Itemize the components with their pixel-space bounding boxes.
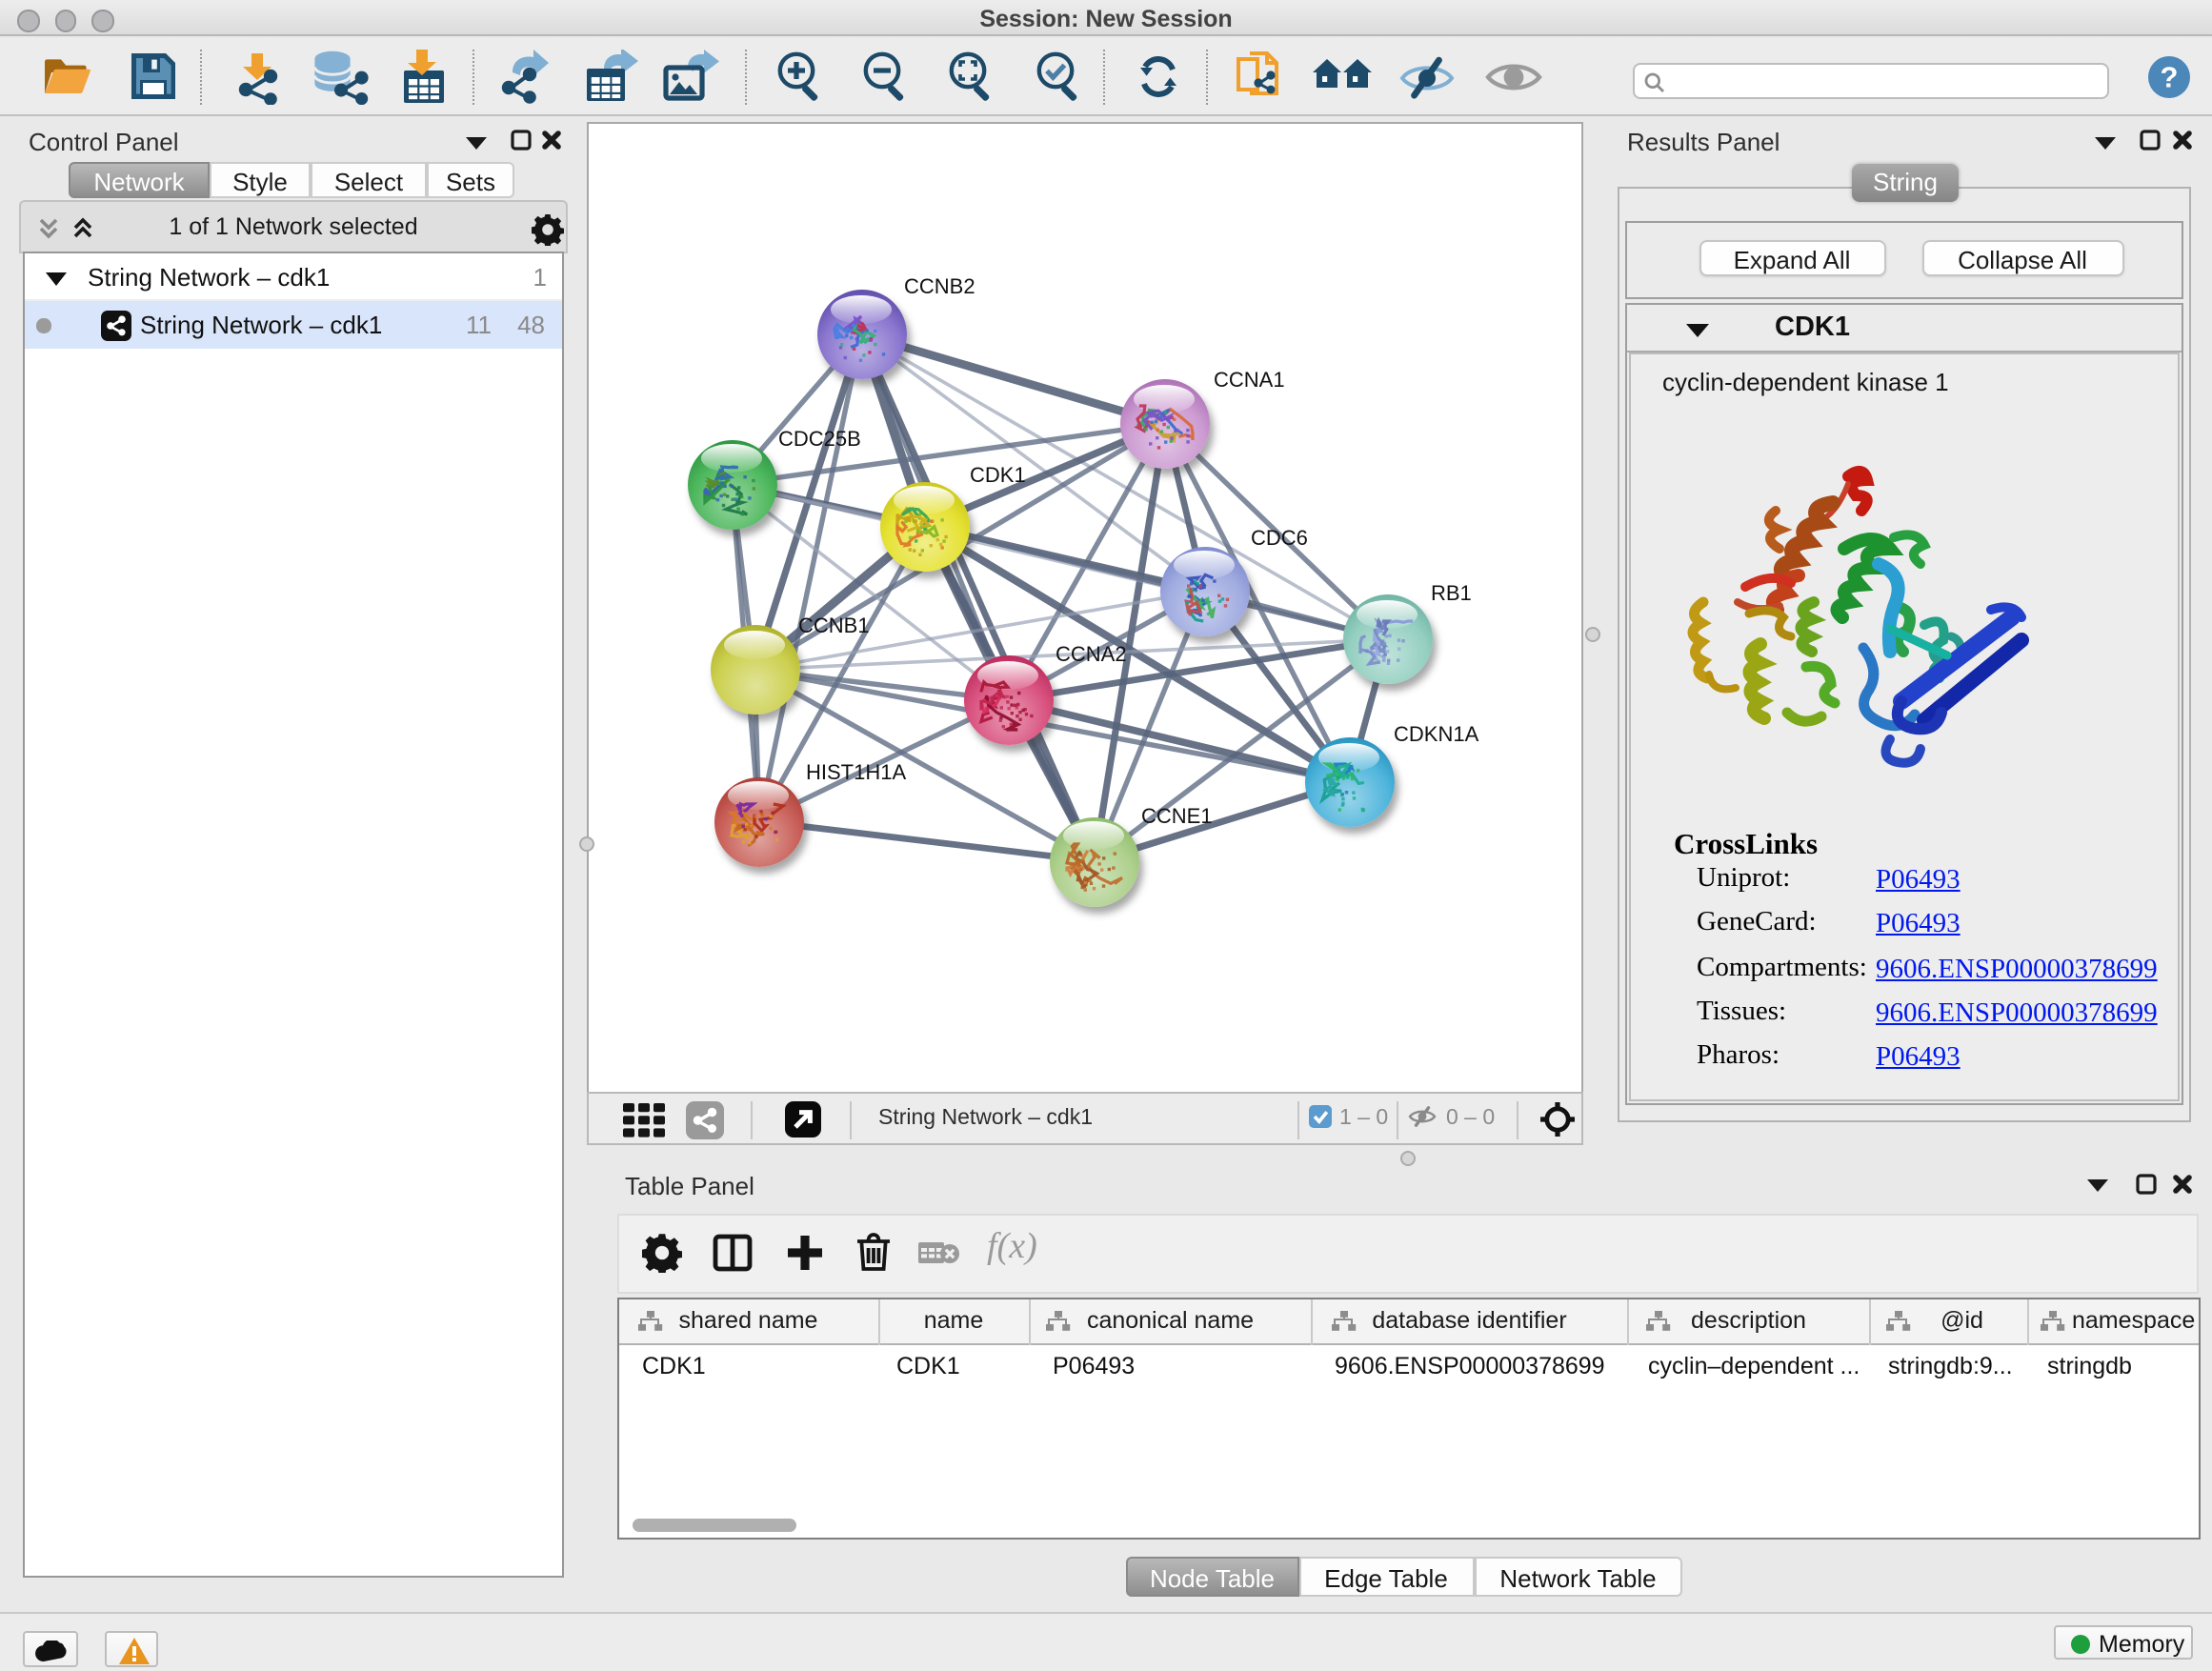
svg-text:?: ? — [2161, 61, 2179, 94]
